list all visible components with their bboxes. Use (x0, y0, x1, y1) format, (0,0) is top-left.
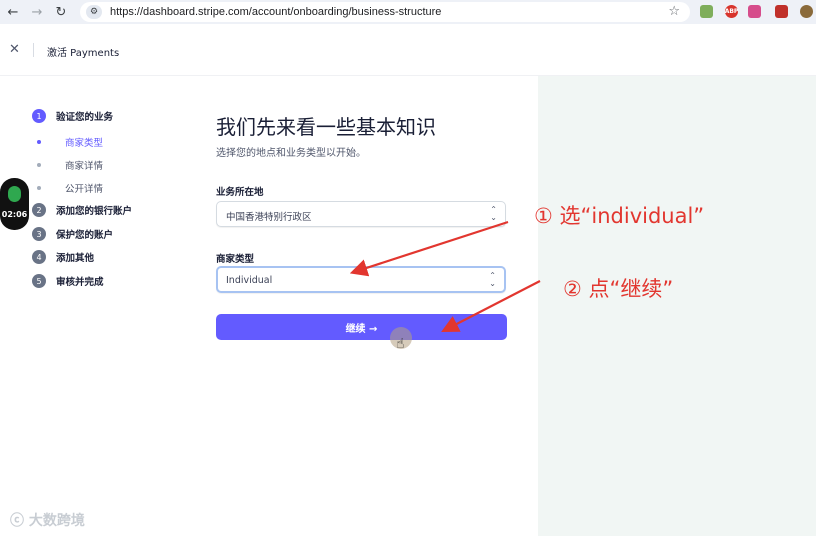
watermark-text: 大数跨境 (28, 513, 85, 529)
annotation-select-individual: ① 选“individual” (534, 204, 705, 228)
annotation-arrows (349, 220, 541, 333)
arrow-to-continue (441, 280, 541, 333)
annotation-click-continue: ② 点“继续” (563, 277, 674, 301)
arrow-to-business-type (349, 220, 509, 277)
watermark-logo: ⓒ 大数跨境 (10, 510, 85, 530)
watermark-icon: ⓒ (10, 513, 24, 529)
